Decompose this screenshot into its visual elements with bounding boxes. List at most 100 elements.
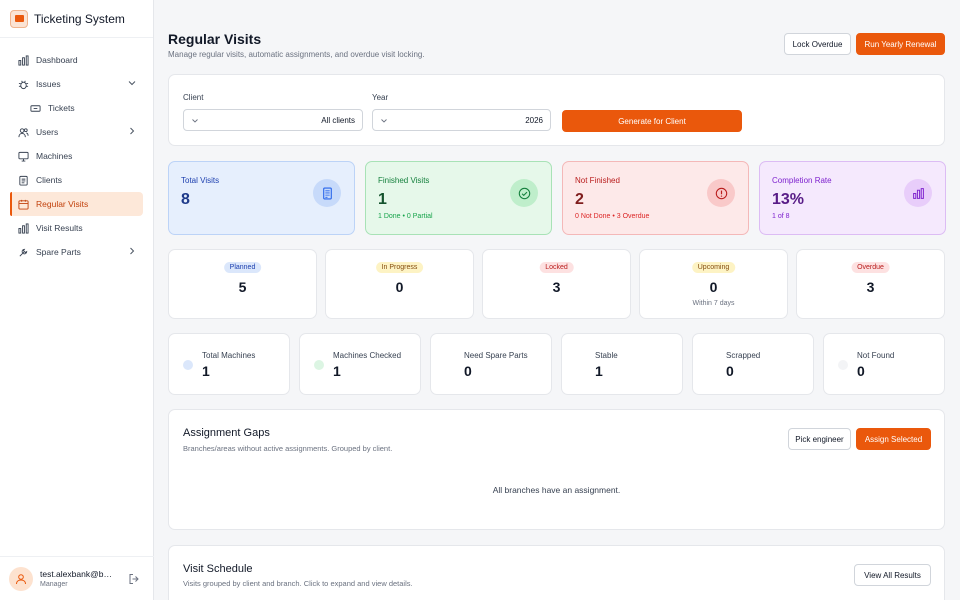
avatar [9,566,33,591]
app-title: Ticketing System [34,11,125,26]
status-value: 0 [709,279,718,295]
status-badge: Overdue [851,262,890,273]
status-card-upcoming: Upcoming 0 Within 7 days [639,249,788,319]
stat-value: 1 [378,191,387,208]
stat-label: Finished Visits [378,176,430,185]
machine-label: Scrapped [726,351,761,360]
status-badge: Upcoming [691,262,736,273]
assignment-gaps-card: Assignment Gaps Branches/areas without a… [168,409,945,530]
machine-card-total: Total Machines 1 [168,333,290,395]
sidebar-item-label: Spare Parts [36,247,81,257]
status-card-overdue: Overdue 3 [796,249,945,319]
stat-card-completion-rate: Completion Rate 13% 1 of 8 [759,161,946,235]
page-subtitle: Manage regular visits, automatic assignm… [168,50,425,59]
sidebar-item-regular-visits[interactable]: Regular Visits [10,192,143,216]
machine-label: Stable [595,351,618,360]
sidebar-item-users[interactable]: Users [10,120,143,144]
status-value: 0 [395,279,404,295]
logout-icon[interactable] [128,573,140,585]
sidebar: Ticketing System Dashboard Issues Ticket… [0,0,154,600]
machine-card-scrapped: Scrapped 0 [692,333,814,395]
calendar-icon [16,197,30,211]
sidebar-nav: Dashboard Issues Tickets Users Machines … [0,38,153,264]
sidebar-item-label: Visit Results [36,223,83,233]
machine-value: 0 [464,363,472,379]
generate-for-client-button[interactable]: Generate for Client [562,110,742,132]
status-badge: Planned [223,262,262,273]
status-badge: In Progress [375,262,424,273]
chevron-down-icon [192,119,198,123]
assign-selected-button[interactable]: Assign Selected [856,428,931,450]
chevron-right-icon [130,247,135,255]
year-select-value: 2026 [525,115,543,125]
blue-dot-icon [183,360,193,370]
main-content: Regular Visits Manage regular visits, au… [154,0,960,600]
machine-value: 0 [726,363,734,379]
stat-value: 2 [575,191,584,208]
user-icon [16,573,26,584]
status-badge: Locked [539,262,574,273]
machine-card-spare-parts: Need Spare Parts 0 [430,333,552,395]
section-subtitle: Visits grouped by client and branch. Cli… [183,579,413,588]
stat-sub: 1 Done • 0 Partial [378,213,433,220]
pick-engineer-button[interactable]: Pick engineer [788,428,851,450]
user-email: test.alexbank@bi... [40,569,112,579]
stat-value: 8 [181,191,190,208]
lock-overdue-button[interactable]: Lock Overdue [784,33,851,55]
sidebar-item-visit-results[interactable]: Visit Results [10,216,143,240]
wrench-icon [16,245,30,259]
machine-card-checked: Machines Checked 1 [299,333,421,395]
alert-circle-icon [707,179,735,207]
sidebar-item-label: Users [36,127,59,137]
run-yearly-renewal-button[interactable]: Run Yearly Renewal [856,33,945,55]
check-circle-icon [510,179,538,207]
user-meta: test.alexbank@bi... Manager [40,569,112,588]
bar-chart-icon [904,179,932,207]
stat-label: Total Visits [181,176,220,185]
sidebar-item-label: Dashboard [36,55,78,65]
status-card-planned: Planned 5 [168,249,317,319]
stat-value: 13% [772,191,805,208]
client-label: Client [183,93,204,102]
user-profile[interactable]: test.alexbank@bi... Manager [0,556,154,600]
stat-label: Completion Rate [772,176,832,185]
chevron-down-icon [381,119,387,123]
sidebar-item-machines[interactable]: Machines [10,144,143,168]
user-role: Manager [40,581,68,588]
machine-label: Not Found [857,351,895,360]
section-title: Visit Schedule [183,563,253,575]
document-icon [313,179,341,207]
machine-label: Machines Checked [333,351,402,360]
client-select[interactable]: All clients [183,109,363,131]
bar-chart-icon [16,221,30,235]
status-card-in-progress: In Progress 0 [325,249,474,319]
stat-card-total-visits: Total Visits 8 [168,161,355,235]
sidebar-item-spare-parts[interactable]: Spare Parts [10,240,143,264]
sidebar-item-issues[interactable]: Issues [10,72,143,96]
chevron-down-icon [128,81,136,86]
sidebar-item-clients[interactable]: Clients [10,168,143,192]
stat-sub: 0 Not Done • 3 Overdue [575,213,650,220]
app-logo-icon [10,9,28,28]
sidebar-item-label: Regular Visits [36,199,89,209]
view-all-results-button[interactable]: View All Results [854,564,931,586]
sidebar-item-dashboard[interactable]: Dashboard [10,48,143,72]
brand: Ticketing System [0,0,153,38]
machine-label: Need Spare Parts [464,351,528,360]
machine-value: 1 [595,363,603,379]
bar-chart-icon [16,53,30,67]
machine-value: 1 [202,363,210,379]
status-value: 3 [552,279,561,295]
sidebar-item-label: Machines [36,151,73,161]
green-dot-icon [314,360,324,370]
sidebar-item-label: Tickets [48,103,75,113]
section-title: Assignment Gaps [183,427,270,439]
machine-label: Total Machines [202,351,256,360]
sidebar-item-label: Issues [36,79,61,89]
machine-value: 1 [333,363,341,379]
sidebar-item-tickets[interactable]: Tickets [22,96,143,120]
year-select[interactable]: 2026 [372,109,551,131]
machine-card-stable: Stable 1 [561,333,683,395]
stat-card-not-finished: Not Finished 2 0 Not Done • 3 Overdue [562,161,749,235]
gray-dot-icon [838,360,848,370]
